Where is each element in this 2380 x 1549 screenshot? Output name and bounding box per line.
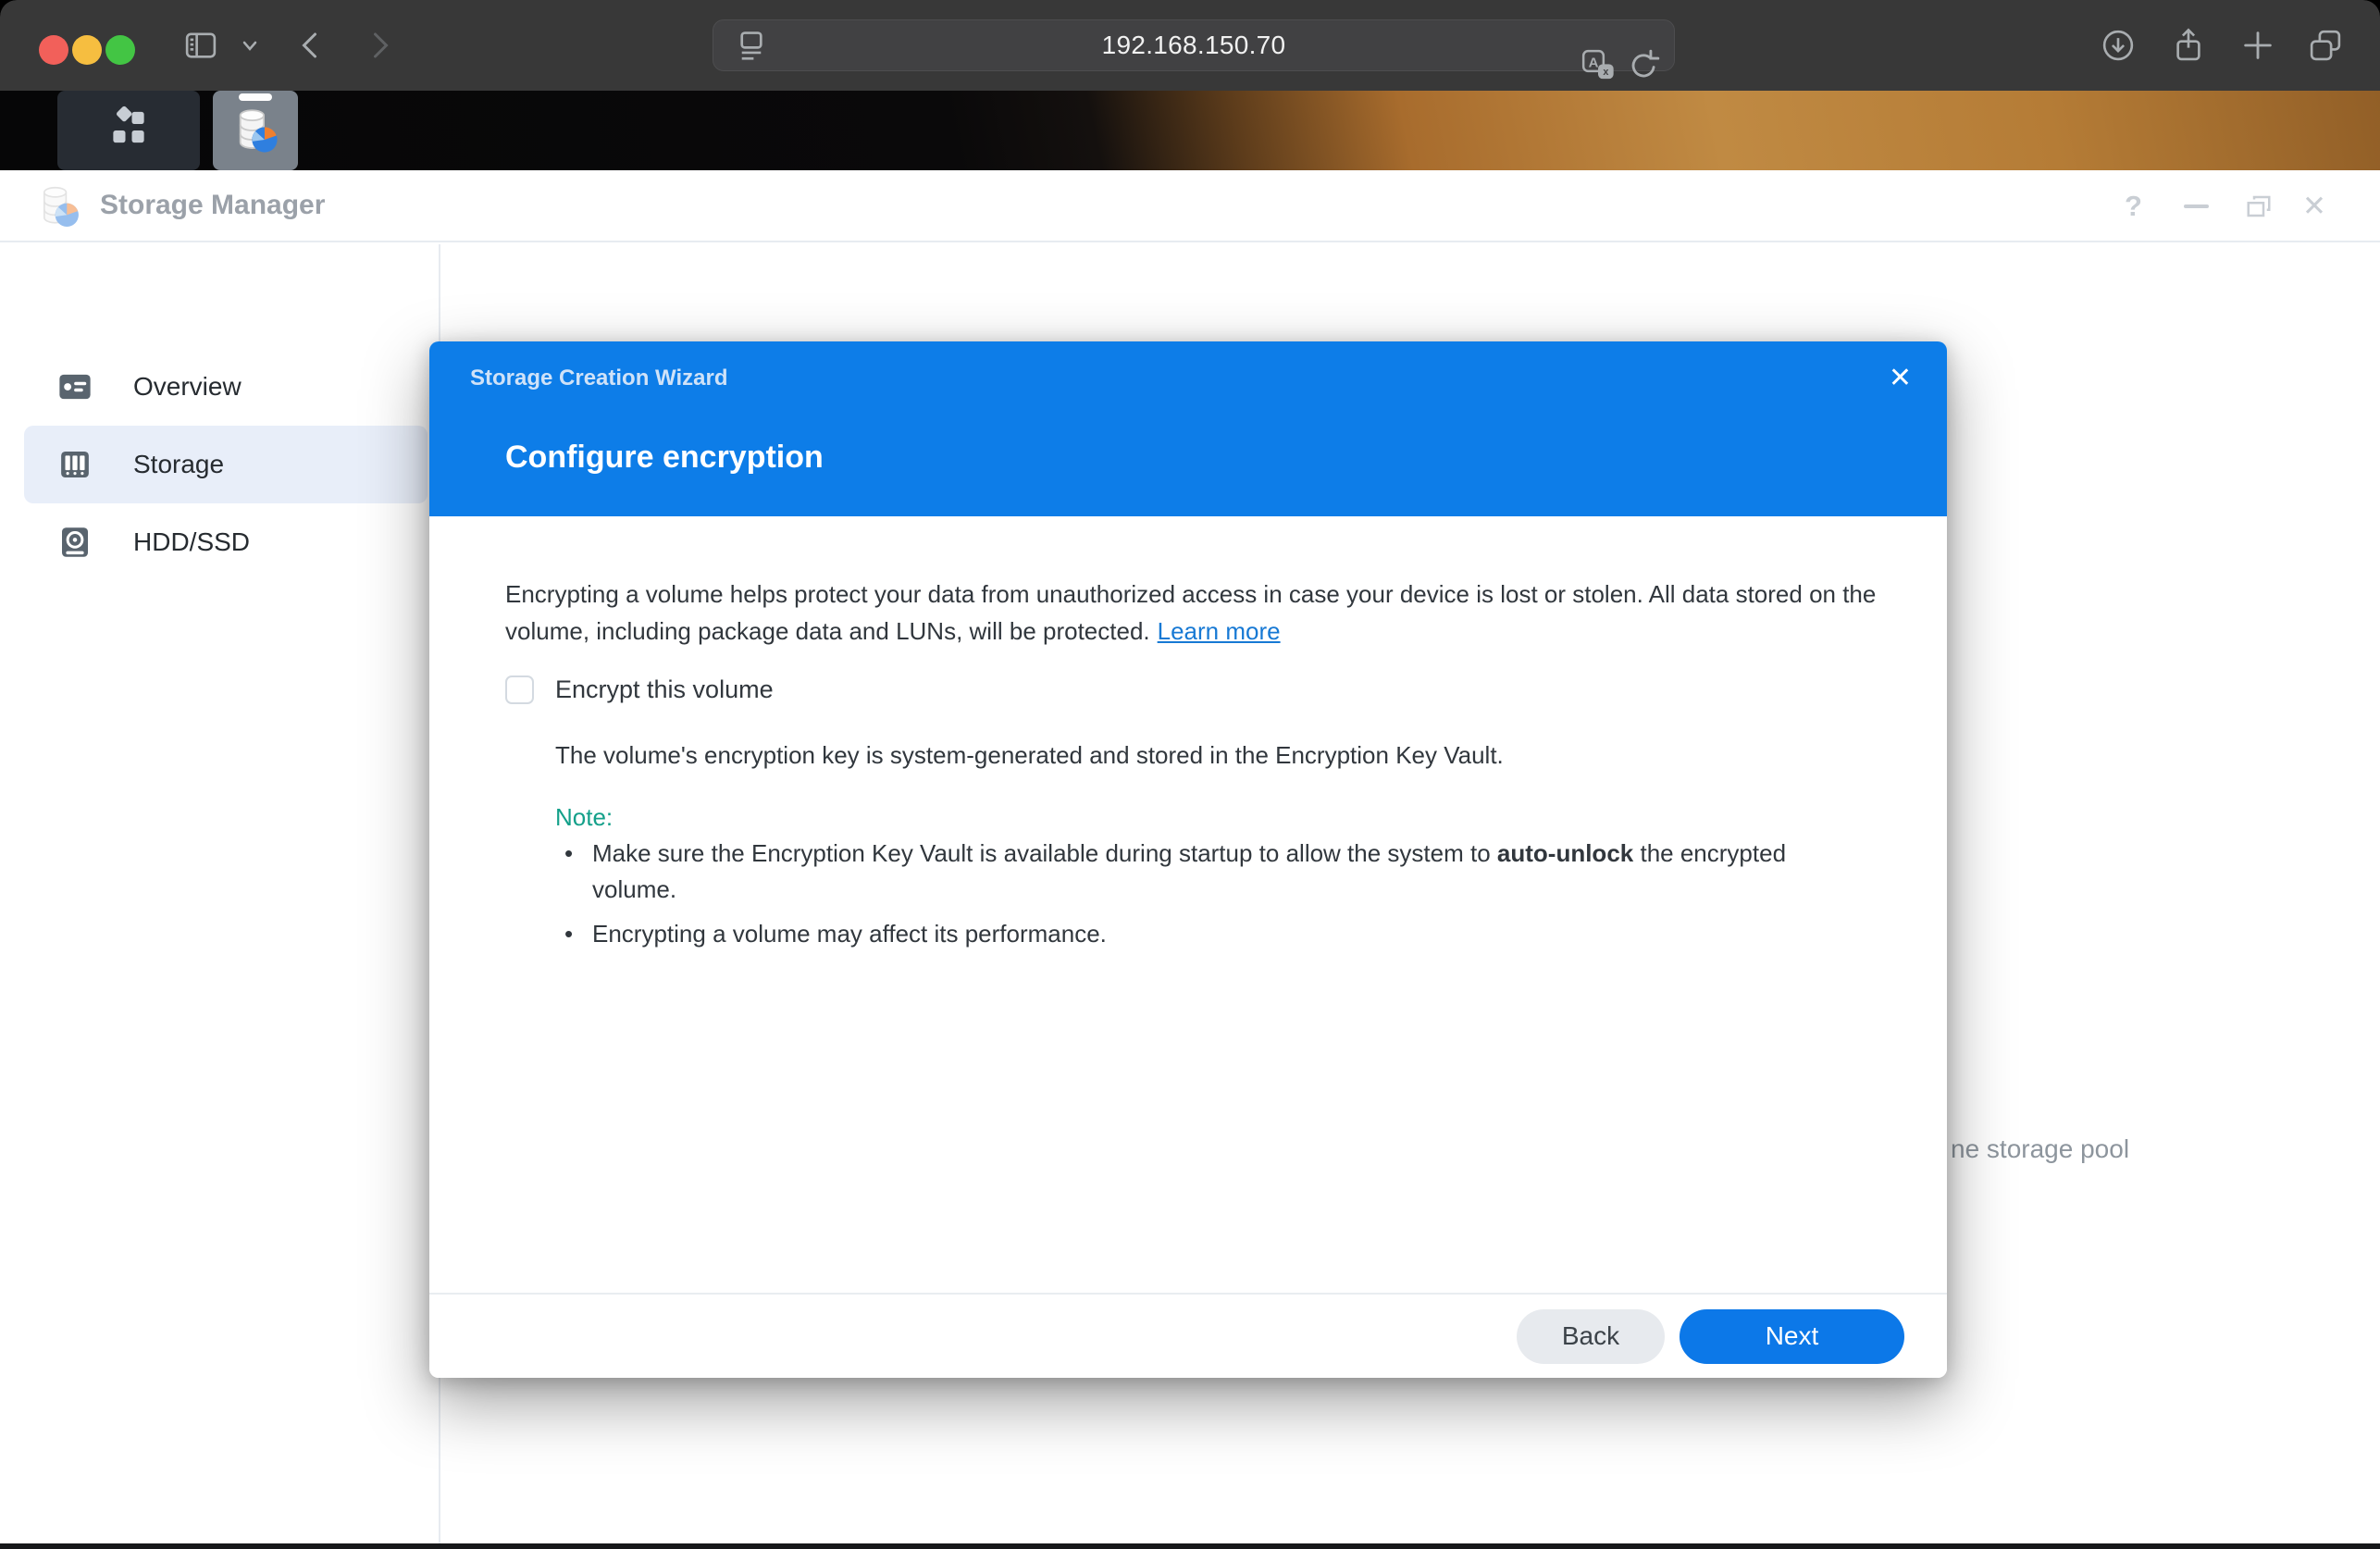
help-button[interactable]: ? bbox=[2125, 190, 2142, 223]
new-tab-icon[interactable] bbox=[2239, 27, 2276, 64]
svg-text:A: A bbox=[1589, 56, 1599, 71]
wizard-step-title: Configure encryption bbox=[505, 440, 824, 476]
note-list: Make sure the Encryption Key Vault is av… bbox=[559, 836, 1873, 960]
window-minimize-traffic-light[interactable] bbox=[72, 35, 102, 65]
sidebar-item-storage[interactable]: Storage bbox=[24, 426, 428, 503]
encrypt-volume-row: Encrypt this volume bbox=[505, 675, 774, 704]
note-heading: Note: bbox=[555, 803, 613, 832]
note-bold-text: auto-unlock bbox=[1497, 839, 1633, 867]
app-title: Storage Manager bbox=[100, 190, 325, 221]
maximize-icon bbox=[2245, 192, 2273, 220]
wizard-close-button[interactable]: ✕ bbox=[1889, 362, 1912, 394]
sidebar-toggle-icon[interactable] bbox=[181, 26, 220, 65]
window-close-traffic-light[interactable] bbox=[39, 35, 68, 65]
wizard-footer: Back Next bbox=[429, 1293, 1947, 1378]
overview-icon bbox=[56, 367, 94, 406]
sidebar-nav: Overview Storage HDD/ bbox=[0, 244, 440, 1543]
maximize-button[interactable] bbox=[2245, 192, 2273, 220]
window-zoom-traffic-light[interactable] bbox=[105, 35, 135, 65]
encryption-intro-text: Encrypting a volume helps protect your d… bbox=[505, 576, 1893, 650]
active-app-indicator bbox=[239, 93, 272, 101]
wizard-title: Storage Creation Wizard bbox=[470, 366, 728, 391]
minimize-icon bbox=[2184, 204, 2209, 208]
sidebar-item-hdd-ssd[interactable]: HDD/SSD bbox=[24, 503, 428, 581]
app-grid-icon bbox=[103, 105, 155, 156]
main-menu-button[interactable] bbox=[57, 91, 200, 170]
next-button[interactable]: Next bbox=[1680, 1309, 1904, 1364]
app-title-bar: Storage Manager ? ✕ bbox=[0, 170, 2380, 242]
sidebar-item-label: HDD/SSD bbox=[133, 527, 250, 557]
translate-icon[interactable]: A x bbox=[1580, 47, 1617, 84]
background-partial-text: ne storage pool bbox=[1951, 1134, 2129, 1164]
hdd-ssd-icon bbox=[56, 523, 94, 562]
tab-overview-icon[interactable] bbox=[2306, 26, 2345, 65]
wizard-body: Encrypting a volume helps protect your d… bbox=[429, 516, 1947, 1293]
storage-creation-wizard-dialog: Storage Creation Wizard ✕ Configure encr… bbox=[429, 341, 1947, 1378]
storage-manager-title-icon bbox=[33, 181, 83, 231]
note-item: Encrypting a volume may affect its perfo… bbox=[559, 916, 1845, 952]
browser-toolbar: 192.168.150.70 A x bbox=[0, 0, 2380, 91]
storage-manager-taskbar-button[interactable] bbox=[213, 91, 298, 170]
back-button[interactable]: Back bbox=[1517, 1309, 1665, 1364]
learn-more-link[interactable]: Learn more bbox=[1158, 617, 1281, 645]
minimize-button[interactable] bbox=[2184, 204, 2209, 208]
sidebar-item-overview[interactable]: Overview bbox=[24, 348, 428, 426]
forward-icon[interactable] bbox=[363, 29, 396, 62]
storage-icon bbox=[56, 445, 94, 484]
back-icon[interactable] bbox=[294, 29, 328, 62]
address-bar[interactable]: 192.168.150.70 A x bbox=[713, 19, 1675, 71]
downloads-icon[interactable] bbox=[2099, 26, 2138, 65]
wizard-header: Storage Creation Wizard ✕ Configure encr… bbox=[429, 341, 1947, 516]
chevron-down-icon[interactable] bbox=[239, 34, 261, 56]
window-bottom-edge bbox=[0, 1543, 2380, 1549]
svg-text:x: x bbox=[1603, 67, 1608, 78]
sidebar-item-label: Overview bbox=[133, 372, 242, 402]
close-window-button[interactable]: ✕ bbox=[2302, 190, 2326, 223]
key-vault-text: The volume's encryption key is system-ge… bbox=[555, 741, 1504, 770]
share-icon[interactable] bbox=[2169, 26, 2208, 65]
sidebar-item-label: Storage bbox=[133, 450, 224, 479]
note-item: Make sure the Encryption Key Vault is av… bbox=[559, 836, 1845, 908]
url-text[interactable]: 192.168.150.70 bbox=[713, 31, 1674, 60]
storage-manager-app-icon bbox=[229, 104, 282, 157]
encrypt-volume-label[interactable]: Encrypt this volume bbox=[555, 675, 774, 704]
note-text: Make sure the Encryption Key Vault is av… bbox=[592, 839, 1497, 867]
encrypt-volume-checkbox[interactable] bbox=[505, 675, 534, 704]
note-text: Encrypting a volume may affect its perfo… bbox=[592, 920, 1107, 948]
desktop-wallpaper-strip bbox=[0, 91, 2380, 170]
reload-icon[interactable] bbox=[1626, 48, 1661, 83]
screenshot-root: 192.168.150.70 A x bbox=[0, 0, 2380, 1549]
